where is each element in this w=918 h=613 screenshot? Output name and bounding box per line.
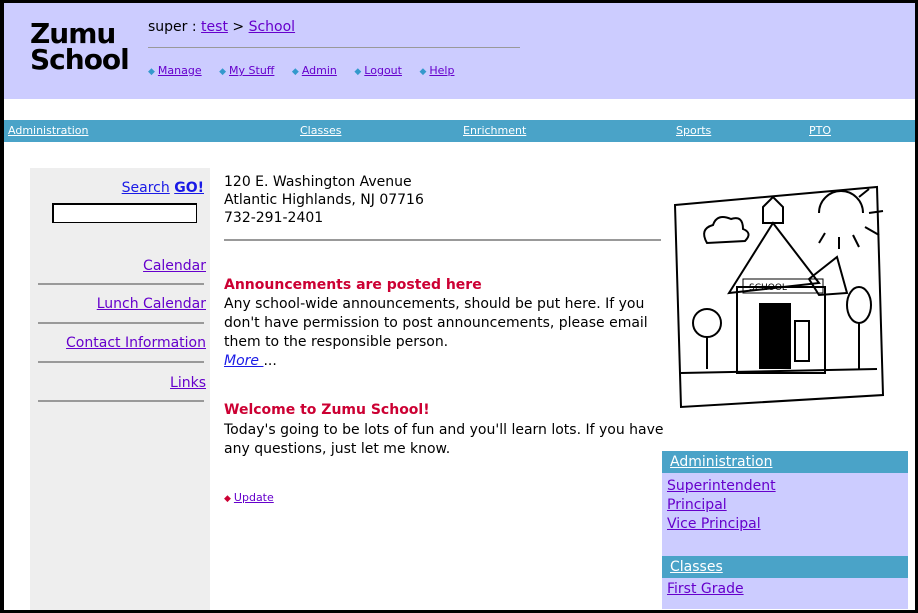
breadcrumb-separator: > [227, 19, 249, 35]
diamond-icon: ◆ [291, 67, 299, 77]
sidebar-item-calendar[interactable]: Calendar [143, 258, 206, 274]
breadcrumb-test-link[interactable]: test [201, 19, 228, 35]
search-link[interactable]: Search [122, 180, 170, 196]
sidebar-item-contact-information[interactable]: Contact Information [66, 335, 206, 351]
diamond-icon: ◆ [419, 67, 427, 77]
update-control: ◆ Update [224, 491, 274, 504]
more-ellipsis: ... [263, 353, 277, 369]
search-label[interactable]: Search GO! [122, 180, 204, 196]
nav-manage-link[interactable]: Manage [158, 64, 202, 77]
sidebar-divider [38, 283, 204, 285]
navbar-pto-link[interactable]: PTO [809, 124, 831, 137]
diamond-icon: ◆ [224, 494, 231, 504]
address-divider [224, 239, 661, 241]
diamond-icon: ◆ [148, 67, 155, 77]
navbar-sports-link[interactable]: Sports [676, 124, 711, 137]
breadcrumb: super : test > School [148, 19, 295, 35]
sidebar-item-lunch-calendar[interactable]: Lunch Calendar [97, 296, 206, 312]
panel-heading-administration[interactable]: Administration [662, 451, 908, 473]
page-frame: Zumu School super : test > School ◆ Manag… [0, 0, 918, 613]
panel-link-principal[interactable]: Principal [662, 496, 908, 515]
panel-heading-administration-label[interactable]: Administration [670, 454, 772, 470]
panel-link-vice-principal[interactable]: Vice Principal [662, 515, 908, 534]
site-logo[interactable]: Zumu School [30, 20, 130, 76]
sidebar-divider [38, 400, 204, 402]
nav-mystuff-link[interactable]: My Stuff [229, 64, 274, 77]
breadcrumb-prefix: super : [148, 19, 202, 35]
quick-links-panel: Administration Superintendent Principal … [662, 451, 908, 609]
navbar-administration-link[interactable]: Administration [8, 124, 89, 137]
more-link[interactable]: More [224, 353, 263, 369]
panel-heading-classes[interactable]: Classes [662, 556, 908, 578]
nav-admin-link[interactable]: Admin [302, 64, 337, 77]
breadcrumb-school-link[interactable]: School [249, 19, 295, 35]
sidebar: Search GO! Calendar Lunch Calendar Conta… [30, 168, 210, 610]
panel-list-classes: First Grade [662, 578, 908, 609]
school-address: 120 E. Washington Avenue Atlantic Highla… [224, 173, 424, 227]
sidebar-divider [38, 361, 204, 363]
nav-help-link[interactable]: Help [429, 64, 454, 77]
search-go-button[interactable]: GO! [174, 180, 204, 196]
top-nav: ◆ Manage ◆ My Stuff ◆ Admin ◆ Logout ◆ Help [148, 64, 468, 77]
panel-spacer [662, 546, 908, 556]
welcome-title: Welcome to Zumu School! [224, 402, 430, 418]
sidebar-item-links[interactable]: Links [170, 375, 206, 391]
search-input[interactable] [52, 203, 197, 223]
navbar-enrichment-link[interactable]: Enrichment [463, 124, 526, 137]
logo-line-2: School [30, 43, 130, 76]
address-line-2: Atlantic Highlands, NJ 07716 [224, 192, 424, 208]
header: Zumu School super : test > School ◆ Manag… [4, 3, 915, 99]
welcome-body: Today's going to be lots of fun and you'… [224, 422, 664, 457]
sign-text: SCHOOL [749, 283, 787, 293]
update-link[interactable]: Update [234, 491, 274, 504]
panel-list-administration: Superintendent Principal Vice Principal [662, 473, 908, 546]
section-navbar: Administration Classes Enrichment Sports… [4, 120, 915, 142]
phone-number: 732-291-2401 [224, 210, 324, 226]
announcement-body: Any school-wide announcements, should be… [224, 295, 669, 371]
panel-link-first-grade[interactable]: First Grade [662, 580, 908, 599]
breadcrumb-divider [148, 47, 520, 48]
announcement-title: Announcements are posted here [224, 277, 482, 293]
panel-heading-classes-label[interactable]: Classes [670, 559, 723, 575]
schoolhouse-illustration: SCHOOL [673, 185, 885, 409]
sidebar-divider [38, 322, 204, 324]
address-line-1: 120 E. Washington Avenue [224, 174, 412, 190]
diamond-icon: ◆ [354, 67, 362, 77]
announcement-text: Any school-wide announcements, should be… [224, 296, 648, 350]
diamond-icon: ◆ [219, 67, 227, 77]
panel-link-superintendent[interactable]: Superintendent [662, 477, 908, 496]
navbar-classes-link[interactable]: Classes [300, 124, 341, 137]
nav-logout-link[interactable]: Logout [364, 64, 402, 77]
